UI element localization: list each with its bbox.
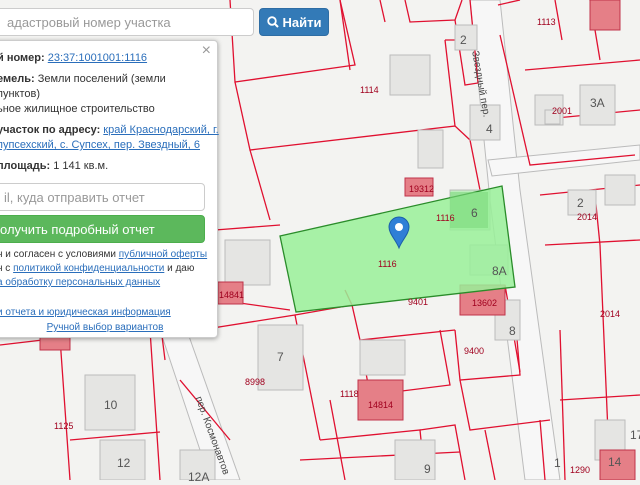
- consent-text: н и согласен с условиями: [0, 249, 116, 260]
- get-report-button[interactable]: олучить подробный отчет: [0, 215, 205, 243]
- house-number: 7: [277, 350, 284, 364]
- address-link-cont[interactable]: пупсехский, с. Супсех, пер. Звездный, 6: [0, 138, 200, 153]
- parcel-label: 1116: [378, 259, 397, 269]
- house-number: 14: [608, 455, 622, 469]
- house-number: 3А: [590, 96, 605, 110]
- cadastral-number-label: й номер:: [0, 52, 45, 64]
- house-number: 17: [630, 428, 640, 442]
- land-category-value: Земли поселений (земли: [37, 73, 166, 85]
- parcel-label: 2014: [577, 212, 598, 222]
- parcel-label: 14841: [219, 290, 245, 300]
- parcel-label: 1290: [570, 465, 591, 475]
- parcel-label: 1114: [360, 85, 379, 95]
- house-number: 4: [486, 122, 493, 136]
- parcel-label: 2001: [552, 106, 573, 116]
- land-category-row: емель: Земли поселений (земли: [0, 72, 166, 87]
- search-button[interactable]: Найти: [259, 8, 329, 36]
- parcel-label: 19312: [409, 184, 435, 194]
- parcel-label: 1125: [54, 421, 74, 431]
- consent-privacy: н с политикой конфиденциальности и даю: [0, 262, 194, 275]
- address-label: участок по адресу:: [0, 124, 101, 136]
- house-number: 12: [117, 456, 131, 470]
- house-number: 8А: [492, 264, 507, 278]
- cadastral-number-row: й номер: 23:37:1001001:1116: [0, 51, 147, 66]
- parcel-label: 9400: [464, 346, 485, 356]
- sample-report-link[interactable]: и отчета и юридическая информация: [0, 306, 171, 319]
- parcel-label: 9401: [408, 297, 429, 307]
- house-number: 8: [509, 324, 516, 338]
- address-link[interactable]: край Краснодарский, г.: [103, 124, 218, 136]
- search-button-label: Найти: [282, 14, 322, 30]
- consent-offer: н и согласен с условиями публичной оферт…: [0, 248, 207, 261]
- consent-text: н с: [0, 263, 11, 274]
- address-row: участок по адресу: край Краснодарский, г…: [0, 123, 219, 138]
- house-number: 1: [554, 456, 561, 470]
- parcel-label: 1116: [436, 213, 455, 223]
- house-number: 12А: [188, 470, 210, 484]
- privacy-policy-link[interactable]: политикой конфиденциальности: [13, 263, 164, 274]
- house-number: 9: [424, 462, 431, 476]
- cadastral-search-input[interactable]: [0, 8, 254, 36]
- land-category-label: емель:: [0, 73, 35, 85]
- permitted-use: ьное жилищное строительство: [0, 103, 155, 115]
- manual-selection-link[interactable]: Ручной выбор вариантов: [0, 320, 215, 335]
- parcel-label: 1113: [537, 17, 556, 27]
- consent-text: и даю: [167, 263, 195, 274]
- parcel-label: 13602: [472, 298, 498, 308]
- land-category-cont: пунктов): [0, 88, 41, 100]
- personal-data-link[interactable]: а обработку персональных данных: [0, 276, 160, 289]
- close-icon[interactable]: ×: [202, 43, 211, 59]
- email-input[interactable]: [0, 183, 205, 211]
- area-row: площадь: 1 141 кв.м.: [0, 159, 108, 174]
- parcel-info-popup: × й номер: 23:37:1001001:1116 емель: Зем…: [0, 40, 219, 338]
- house-number: 10: [104, 398, 118, 412]
- house-number: 6: [471, 206, 478, 220]
- area-label: площадь:: [0, 160, 51, 172]
- house-number: 2: [460, 33, 467, 47]
- parcel-label: 1118: [340, 389, 359, 399]
- house-number: 2: [577, 196, 584, 210]
- cadastral-number-link[interactable]: 23:37:1001001:1116: [48, 52, 147, 64]
- area-value: 1 141 кв.м.: [53, 160, 109, 172]
- public-offer-link[interactable]: публичной оферты: [119, 249, 207, 260]
- parcel-label: 14814: [368, 400, 394, 410]
- parcel-label: 8998: [245, 377, 266, 387]
- search-icon: [266, 16, 279, 28]
- parcel-label: 2014: [600, 309, 621, 319]
